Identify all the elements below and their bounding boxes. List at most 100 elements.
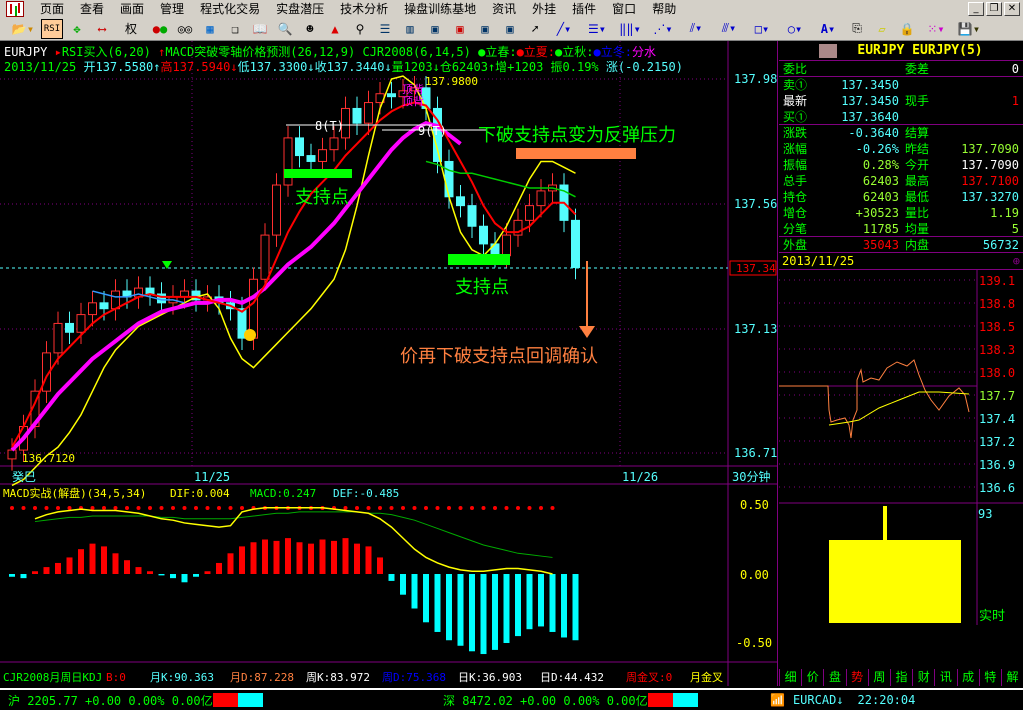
menu-technical[interactable]: 技术分析: [332, 0, 396, 17]
avatar-icon[interactable]: ☻: [299, 19, 321, 39]
glasses-icon[interactable]: ◎◎: [174, 19, 196, 39]
rsi-button[interactable]: RSI: [41, 18, 63, 39]
quote-tab[interactable]: 价: [801, 669, 823, 686]
traffic-light-icon[interactable]: ● ●: [149, 19, 171, 39]
alarm-bell-icon[interactable]: ▲: [324, 19, 346, 39]
kdj-week-k: 周K:83.972: [306, 671, 370, 684]
time-tick: 11/25: [194, 470, 230, 484]
quote-tab[interactable]: 成: [956, 669, 979, 686]
menu-window[interactable]: 窗口: [604, 0, 644, 17]
menu-program-trading[interactable]: 程式化交易: [192, 0, 268, 17]
channel-tool-icon[interactable]: ⫽▾: [681, 19, 711, 39]
plug-icon[interactable]: ⚲: [349, 19, 371, 39]
candle-up: [329, 137, 339, 151]
shenzhen-index[interactable]: 深 8472.02 +0.00 0.00% 0.00亿: [443, 692, 648, 709]
quote-tab[interactable]: 指: [889, 669, 912, 686]
open-folder-icon[interactable]: 📂▾: [8, 19, 38, 39]
quote-tab[interactable]: 财: [912, 669, 934, 686]
fib-tool-icon[interactable]: ☰▾: [582, 19, 612, 39]
quote-panel: EURJPY EURJPY(5) 委比 委差 0 卖① 137.3450 最新 137.34…: [779, 41, 1023, 686]
candle-up: [76, 314, 86, 333]
macd-plot: [9, 506, 579, 655]
line-tool-icon[interactable]: ╱▾: [549, 19, 579, 39]
parallel-tool-icon[interactable]: ⫻▾: [714, 19, 744, 39]
color-palette-icon[interactable]: ⁙▾: [921, 19, 951, 39]
restore-button[interactable]: ❐: [986, 2, 1002, 16]
window4-icon[interactable]: ▣: [499, 19, 521, 39]
macd-bar-positive: [101, 546, 107, 574]
quote-tab[interactable]: 讯: [934, 669, 956, 686]
quote-tab[interactable]: 盘: [823, 669, 845, 686]
quote-label: 卖①: [783, 78, 808, 92]
fan-tool-icon[interactable]: ⋰▾: [648, 19, 678, 39]
menu-page[interactable]: 页面: [32, 0, 72, 17]
lock-icon[interactable]: 🔒: [896, 19, 918, 39]
macd-bar-negative: [457, 574, 464, 646]
minimize-button[interactable]: _: [968, 2, 984, 16]
support-bar-2: [448, 254, 510, 265]
copy-icon[interactable]: ⎘: [846, 19, 868, 39]
quote-tab[interactable]: 解: [1000, 669, 1023, 686]
layout-cols-icon[interactable]: ▥: [399, 19, 421, 39]
quote-row: 总手 62403 最高 137.7100: [779, 173, 1023, 189]
chart-canvas[interactable]: 8(T) 9(T) 支持点 支持点 下破支持点变为反弹压力 价再下破支持点回调确…: [0, 41, 778, 686]
quote-row: 卖① 137.3450: [779, 77, 1023, 93]
eraser-icon[interactable]: ▱: [871, 19, 893, 39]
realtime-label[interactable]: 实时: [979, 609, 1005, 624]
rights-dropdown[interactable]: 权: [116, 19, 146, 39]
red-ma-line: [11, 101, 577, 448]
intraday-chart[interactable]: 139.1 138.8 138.5 138.3 138.0 137.7 137.4 137.2…: [779, 270, 1023, 625]
quote-tab[interactable]: 特: [978, 669, 1001, 686]
ticker-symbol[interactable]: EURCAD: [793, 693, 836, 707]
macd-bar-negative: [503, 574, 510, 643]
period-label[interactable]: 30分钟: [732, 469, 770, 484]
resize-horizontal-icon[interactable]: ⟷: [91, 19, 113, 39]
quote-tab[interactable]: 势: [845, 669, 868, 686]
calendar-icon[interactable]: ▦: [199, 19, 221, 39]
ellipse-tool-icon[interactable]: ○▾: [780, 19, 810, 39]
magnifier-icon[interactable]: 🔍: [274, 19, 296, 39]
macd-bar-negative: [181, 574, 188, 583]
quote-tab[interactable]: 细: [779, 669, 801, 686]
window2-icon[interactable]: ▣: [449, 19, 471, 39]
quote-row: 最新 137.3450 现手 1: [779, 93, 1023, 109]
price-axis: 137.98 137.56 137.13 136.71 137.34: [729, 72, 777, 460]
menu-manage[interactable]: 管理: [152, 0, 192, 17]
window1-icon[interactable]: ▣: [424, 19, 446, 39]
pointer-icon[interactable]: ➚: [524, 19, 546, 39]
clock: 22:20:04: [857, 693, 916, 707]
rectangle-tool-icon[interactable]: □▾: [747, 19, 777, 39]
menu-screen[interactable]: 画面: [112, 0, 152, 17]
menu-help[interactable]: 帮助: [644, 0, 684, 17]
macd-title[interactable]: MACD实战(解盘)(34,5,34): [3, 486, 146, 500]
menu-news[interactable]: 资讯: [484, 0, 524, 17]
price-tick: 137.13: [734, 322, 777, 336]
copy-pages-icon[interactable]: ❏: [224, 19, 246, 39]
menu-view[interactable]: 查看: [72, 0, 112, 17]
menu-plugins[interactable]: 插件: [564, 0, 604, 17]
macd-bar-negative: [526, 574, 533, 630]
kdj-title[interactable]: CJR2008月周日KDJ: [3, 671, 102, 684]
menu-live[interactable]: 实盘潜压: [268, 0, 332, 17]
quote-value: [829, 61, 899, 76]
menu-plugin-ext[interactable]: 外挂: [524, 0, 564, 17]
vlines-tool-icon[interactable]: ‖‖▾: [615, 19, 645, 39]
layout-rows-icon[interactable]: ☰: [374, 19, 396, 39]
save-icon[interactable]: 💾▾: [954, 19, 984, 39]
signal-dot: [470, 506, 474, 510]
crosshair-icon[interactable]: ⊕: [1013, 253, 1020, 270]
quote-label: [899, 77, 947, 93]
text-tool-icon[interactable]: A ▾: [813, 19, 843, 39]
quote-value: 0: [1011, 62, 1019, 76]
quote-value: +30523: [855, 206, 899, 220]
macd-bar-negative: [515, 574, 521, 637]
menu-training[interactable]: 操盘训练基地: [396, 0, 484, 17]
kdj-month-d: 月D:87.228: [230, 671, 294, 684]
quote-tab[interactable]: 周: [867, 669, 890, 686]
book-icon[interactable]: 📖: [249, 19, 271, 39]
shanghai-index[interactable]: 沪 2205.77 +0.00 0.00% 0.00亿: [8, 692, 213, 709]
window3-icon[interactable]: ▣: [474, 19, 496, 39]
close-button[interactable]: ✕: [1004, 2, 1020, 16]
signal-dot: [33, 506, 37, 510]
move-icon[interactable]: ✥: [66, 19, 88, 39]
